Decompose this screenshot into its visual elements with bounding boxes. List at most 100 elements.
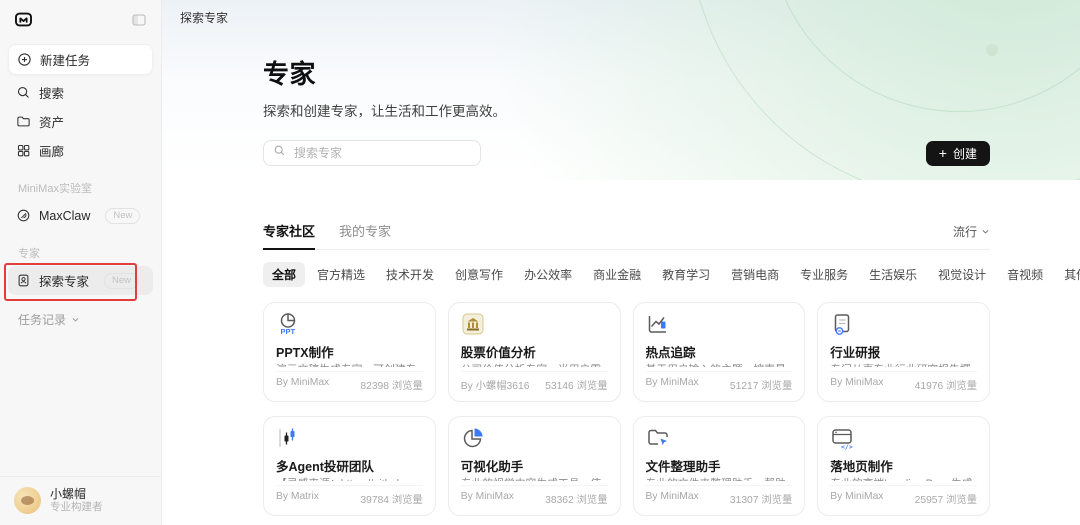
category-pill[interactable]: 其他 — [1055, 262, 1080, 287]
sidebar-item-task-records[interactable]: 任务记录 — [8, 295, 153, 328]
expert-card[interactable]: </> 落地页制作 专业的高端Landing Page生成工具，创建视觉震撼、设… — [817, 416, 990, 516]
plus-circle-icon — [17, 52, 32, 67]
sidebar-item-explore-experts[interactable]: 探索专家 New — [8, 266, 153, 295]
sidebar-item-search[interactable]: 搜索 — [8, 78, 153, 107]
task-records-label: 任务记录 — [18, 313, 67, 327]
expert-card-title: 文件整理助手 — [645, 460, 721, 474]
search-input[interactable] — [292, 145, 471, 161]
search-icon — [273, 144, 286, 162]
category-pill[interactable]: 商业金融 — [584, 262, 650, 287]
sidebar-item-assets[interactable]: 资产 — [8, 107, 153, 136]
report-doc-icon — [830, 312, 854, 336]
user-role: 专业构建者 — [50, 501, 103, 514]
svg-text:PPT: PPT — [281, 327, 296, 336]
main-area: 探索专家 专家 探索和创建专家，让生活和工作更高效。 + 创建 专家社区 — [162, 0, 1080, 525]
expert-card-description: 【灵感来源：https://github.com/TauricResearc..… — [276, 477, 423, 481]
expert-card[interactable]: 热点追踪 基于用户输入的主题，搜索最新信源、挖掘近期爆点话题，并生成高质... … — [632, 302, 806, 402]
expert-card[interactable]: 多Agent投研团队 【灵感来源：https://github.com/Taur… — [263, 416, 436, 516]
expert-card-title: PPTX制作 — [276, 346, 334, 360]
category-pill[interactable]: 全部 — [263, 262, 306, 287]
expert-card[interactable]: 可视化助手 专业的视觉内容生成工具，使用AI图像生成从零创建演示文稿、信息图、.… — [447, 416, 621, 516]
sidebar-item-label: 搜索 — [39, 87, 65, 101]
expert-card-author: By 小螺帽3616 — [460, 381, 530, 392]
bank-building-icon — [461, 312, 485, 336]
category-pill[interactable]: 办公效率 — [515, 262, 581, 287]
folder-select-icon — [646, 426, 670, 450]
chevron-down-icon — [981, 225, 990, 239]
user-profile[interactable]: 小螺帽 专业构建者 — [0, 475, 161, 525]
expert-card-description: 专门从事专业行业研究报告撰写的专家级智能体。当用户需要全面的市场... — [830, 363, 977, 367]
new-badge: New — [105, 207, 141, 224]
sidebar-item-label: 新建任务 — [40, 54, 91, 68]
grid-icon — [16, 143, 31, 158]
category-pill[interactable]: 音视频 — [998, 262, 1052, 287]
pie-chart-icon — [461, 426, 485, 450]
expert-card-author: By MiniMax — [645, 377, 699, 388]
sidebar-item-label: MaxClaw — [39, 208, 91, 223]
tab-expert-community[interactable]: 专家社区 — [263, 221, 316, 250]
user-name: 小螺帽 — [50, 486, 87, 501]
sidebar-item-label: 画廊 — [39, 145, 65, 159]
expert-card-description: 专业的文件夹整理助手，帮助用户安全地整理和清理文件夹。在清理前自... — [646, 477, 793, 481]
pen-claw-icon — [16, 208, 31, 223]
page-title: 专家 — [263, 59, 317, 89]
expert-card-views: 82398 浏览量 — [360, 381, 423, 392]
search-icon — [16, 85, 31, 100]
category-pill[interactable]: 营销电商 — [722, 262, 788, 287]
expert-card-views: 53146 浏览量 — [545, 381, 608, 392]
new-badge: New — [104, 272, 140, 289]
expert-card-author: By MiniMax — [460, 491, 514, 502]
category-pill[interactable]: 专业服务 — [791, 262, 857, 287]
expert-card-views: 51217 浏览量 — [729, 381, 793, 392]
expert-badge-icon — [16, 273, 31, 288]
category-pill[interactable]: 创意写作 — [446, 262, 512, 287]
sidebar-item-maxclaw[interactable]: MaxClaw New — [8, 201, 153, 230]
folder-icon — [16, 114, 31, 129]
category-pill[interactable]: 技术开发 — [377, 262, 443, 287]
sidebar: 新建任务 搜索 资产 画廊 MiniMax实验室 MaxClaw New 专家 … — [0, 0, 162, 525]
expert-card-author: By MiniMax — [645, 491, 699, 502]
chevron-down-icon — [71, 313, 80, 327]
tab-my-experts[interactable]: 我的专家 — [339, 221, 391, 249]
expert-card-author: By Matrix — [276, 491, 319, 502]
sidebar-item-gallery[interactable]: 画廊 — [8, 136, 153, 165]
category-pill[interactable]: 生活娱乐 — [860, 262, 926, 287]
plus-icon: + — [938, 144, 947, 161]
expert-card-author: By MiniMax — [276, 377, 330, 388]
expert-card-title: 落地页制作 — [830, 460, 893, 474]
sidebar-collapse-icon[interactable] — [131, 12, 147, 33]
sort-dropdown[interactable]: 流行 — [953, 223, 990, 249]
category-pill[interactable]: 视觉设计 — [929, 262, 995, 287]
category-filter-row: 全部 官方精选 技术开发 创意写作 办公效率 商业金融 教育学习 营销电商 专业服务 生活娱乐 视觉… — [263, 262, 1080, 287]
category-pill[interactable]: 官方精选 — [308, 262, 374, 287]
sidebar-section-lab: MiniMax实验室 — [18, 183, 92, 195]
breadcrumb: 探索专家 — [180, 11, 229, 25]
expert-card[interactable]: 文件整理助手 专业的文件夹整理助手，帮助用户安全地整理和清理文件夹。在清理前自.… — [632, 416, 806, 516]
trend-chart-icon — [646, 312, 670, 336]
expert-card[interactable]: 股票价值分析 公司价值分析专家。当用户需要分析公司投资价值时使用此专家。请直接.… — [447, 302, 621, 402]
expert-card-description: 公司价值分析专家。当用户需要分析公司投资价值时使用此专家。请直接... — [461, 363, 608, 367]
create-button[interactable]: + 创建 — [925, 140, 990, 166]
sidebar-item-new-task[interactable]: 新建任务 — [8, 44, 153, 75]
app-logo-icon — [14, 10, 33, 34]
landing-page-icon: </> — [830, 426, 854, 450]
page-subtitle: 探索和创建专家，让生活和工作更高效。 — [263, 104, 506, 119]
sidebar-item-label: 资产 — [39, 116, 65, 130]
expert-card-views: 38362 浏览量 — [545, 495, 608, 506]
expert-search-box[interactable] — [263, 140, 481, 166]
expert-card-title: 股票价值分析 — [460, 346, 536, 360]
expert-card-author: By MiniMax — [830, 491, 884, 502]
expert-card-description: 演示文稿生成专家。可创建专业的多页 HTML-PPT 演示文稿，并支持导... — [276, 363, 423, 367]
expert-card-title: 多Agent投研团队 — [276, 460, 374, 474]
expert-card[interactable]: 行业研报 专门从事专业行业研究报告撰写的专家级智能体。当用户需要全面的市场...… — [817, 302, 990, 402]
expert-card-views: 31307 浏览量 — [729, 495, 793, 506]
expert-card-grid: PPT PPTX制作 演示文稿生成专家。可创建专业的多页 HTML-PPT 演示… — [263, 302, 990, 525]
avatar — [14, 487, 41, 515]
category-pill[interactable]: 教育学习 — [653, 262, 719, 287]
expert-card-views: 39784 浏览量 — [360, 495, 423, 506]
svg-text:</>: </> — [841, 443, 853, 450]
expert-card-description: 专业的视觉内容生成工具，使用AI图像生成从零创建演示文稿、信息图、... — [461, 477, 608, 481]
tab-bar: 专家社区 我的专家 — [263, 221, 391, 250]
expert-card[interactable]: PPT PPTX制作 演示文稿生成专家。可创建专业的多页 HTML-PPT 演示… — [263, 302, 436, 402]
expert-card-author: By MiniMax — [830, 377, 884, 388]
